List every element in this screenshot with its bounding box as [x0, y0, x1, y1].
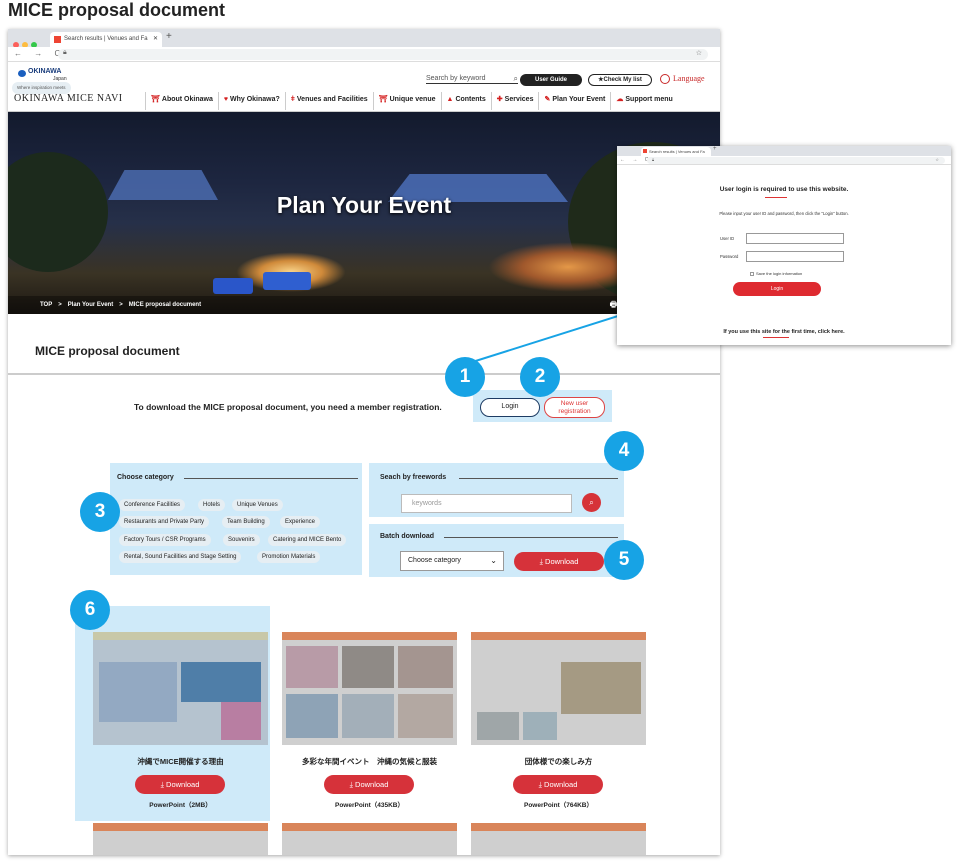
star-icon[interactable]: ☆ — [935, 157, 939, 162]
save-login-label: Save the login information — [756, 271, 803, 276]
first-time-link[interactable]: If you use this site for the first time,… — [617, 329, 951, 335]
badge-5: 5 — [604, 540, 644, 580]
password-label: Password — [720, 254, 739, 259]
first-time-underline — [763, 337, 789, 338]
badge-4: 4 — [604, 431, 644, 471]
popup-address-bar: ← → C 🔒︎ ☆ — [617, 156, 951, 165]
badge-2: 2 — [520, 357, 560, 397]
popup-new-tab-button[interactable]: + — [713, 146, 717, 152]
lock-icon: 🔒︎ — [652, 157, 655, 162]
user-id-input[interactable] — [746, 233, 844, 244]
badge-1: 1 — [445, 357, 485, 397]
popup-login-button[interactable]: Login — [733, 282, 821, 296]
password-input[interactable] — [746, 251, 844, 262]
favicon-icon — [643, 149, 647, 153]
login-required-heading: User login is required to use this websi… — [719, 186, 849, 193]
badge-3: 3 — [80, 492, 120, 532]
login-instruction: Please input your user ID and password, … — [719, 211, 849, 216]
connector-svg — [465, 288, 685, 365]
popup-url-field[interactable]: 🔒︎ ☆ — [647, 157, 945, 164]
checkbox-icon[interactable] — [750, 271, 754, 276]
popup-tab-title: Search results | Venues and Fa — [649, 149, 705, 154]
save-login-checkbox[interactable]: Save the login information — [750, 271, 802, 276]
login-popup-window: Search results | Venues and Fa + ← → C 🔒… — [617, 146, 951, 345]
popup-tabbar: Search results | Venues and Fa + — [617, 146, 951, 162]
user-id-label: User ID — [720, 236, 735, 241]
popup-browser-tab[interactable]: Search results | Venues and Fa — [641, 147, 711, 156]
badge-6: 6 — [70, 590, 110, 630]
heading-underline — [765, 197, 787, 198]
